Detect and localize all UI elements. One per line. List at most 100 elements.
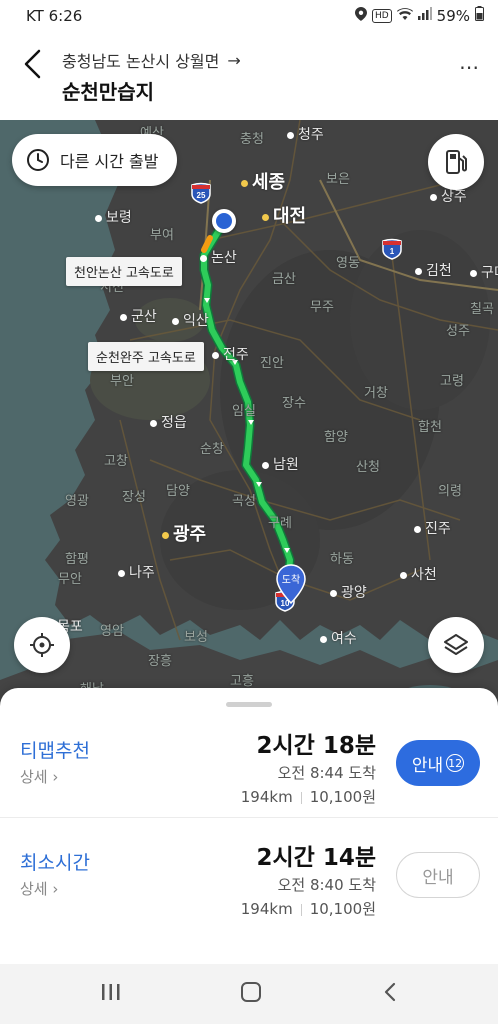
carrier-time: KT 6:26 (26, 7, 83, 25)
route-distance-toll: 194km 10,100원 (241, 898, 376, 919)
place-muan: 무안 (58, 572, 82, 587)
route-name: 최소시간 (20, 852, 90, 874)
route-detail-link[interactable]: 상세 › (20, 766, 58, 787)
place-jeonju: 전주 (212, 344, 249, 364)
battery-level: 59% (436, 6, 470, 25)
countdown-badge: 12 (446, 754, 465, 772)
svg-text:도착: 도착 (282, 574, 300, 586)
place-jangseong: 장성 (122, 490, 146, 505)
back-arrow-icon (24, 49, 41, 79)
hd-icon: HD (371, 8, 392, 23)
place-naju: 나주 (118, 562, 155, 582)
place-jeongeup: 정읍 (150, 412, 187, 432)
place-gwangju: 광주 (162, 520, 206, 546)
chevron-right-icon: › (52, 880, 59, 898)
sheet-drag-handle[interactable] (226, 702, 272, 707)
my-location-button[interactable] (14, 617, 70, 673)
place-jangheung: 장흥 (148, 654, 172, 669)
place-hadong: 하동 (330, 552, 354, 567)
route-toll: 10,100원 (309, 788, 376, 806)
location-icon (354, 6, 367, 25)
start-guidance-button[interactable]: 안내 (396, 852, 480, 898)
place-seongju: 성주 (446, 324, 470, 339)
place-gwangyang: 광양 (330, 582, 367, 602)
place-boryeong: 보령 (95, 207, 132, 227)
route-toll: 10,100원 (309, 900, 376, 918)
start-location-marker (212, 209, 236, 233)
place-imsil: 임실 (232, 404, 256, 419)
clock-icon (27, 149, 49, 171)
svg-text:1: 1 (390, 247, 395, 256)
highway-shield-1: 1 (381, 238, 403, 260)
place-jinan: 진안 (260, 356, 284, 371)
place-buyeo: 부여 (150, 228, 174, 243)
place-buan: 부안 (110, 374, 134, 389)
back-button[interactable] (14, 44, 50, 84)
route-duration: 2시간 18분 (256, 733, 377, 759)
more-options-button[interactable]: ⋯ (459, 57, 480, 77)
system-nav-bar (0, 964, 498, 1024)
place-gimcheon: 김천 (415, 260, 452, 280)
place-boseong: 보성 (184, 630, 208, 645)
place-gunsan: 군산 (120, 306, 157, 326)
place-jinju: 진주 (414, 518, 451, 538)
home-icon[interactable] (240, 982, 262, 1007)
highway-shield-25: 25 (190, 182, 212, 204)
place-gokseong: 곡성 (232, 494, 256, 509)
route-distance: 194km (240, 900, 293, 918)
place-damyang: 담양 (166, 484, 190, 499)
place-sunchang: 순창 (200, 442, 224, 457)
origin-text: 충청남도 논산시 상월면 (62, 52, 220, 71)
route-map[interactable]: 25 1 10 충청 청주 세종 보은 상주 예산 대전 보령 부여 논산 금산… (0, 120, 498, 720)
crosshair-icon (30, 633, 54, 657)
depart-time-button[interactable]: 다른 시간 출발 (12, 134, 177, 186)
depart-time-label: 다른 시간 출발 (60, 152, 159, 171)
road-label-suncheon-wanju: 순천완주 고속도로 (88, 342, 204, 371)
signal-icon (417, 7, 432, 24)
place-geumsan: 금산 (272, 272, 296, 287)
route-name: 티맵추천 (20, 740, 90, 762)
place-boeun: 보은 (326, 172, 350, 187)
recent-apps-icon[interactable] (100, 982, 122, 1007)
guidance-label: 안내 (422, 867, 454, 888)
place-hampyeong: 함평 (65, 552, 89, 567)
place-geochang: 거창 (364, 386, 388, 401)
route-option[interactable]: 티맵추천 상세 › 2시간 18분 오전 8:44 도착 194km 10,100… (0, 716, 498, 824)
place-daejeon: 대전 (262, 202, 306, 228)
destination-title[interactable]: 순천만습지 (62, 76, 154, 105)
battery-icon (475, 6, 484, 25)
route-arrival-time: 오전 8:44 도착 (277, 764, 376, 782)
back-nav-icon[interactable] (382, 982, 398, 1007)
divider (0, 817, 498, 818)
place-yeosu: 여수 (320, 628, 357, 648)
place-iksan: 익산 (172, 310, 209, 330)
road-label-cheonan-nonsan: 천안논산 고속도로 (66, 257, 182, 286)
start-guidance-button[interactable]: 안내 12 (396, 740, 480, 786)
route-distance: 194km (240, 788, 293, 806)
route-option[interactable]: 최소시간 상세 › 2시간 14분 오전 8:40 도착 194km 10,100… (0, 828, 498, 936)
place-gurye: 구례 (268, 516, 292, 531)
arrival-pin[interactable]: 도착 (276, 564, 306, 608)
status-icons: HD 59% (354, 6, 484, 25)
region-label: 충청 (240, 132, 264, 147)
route-arrival-time: 오전 8:40 도착 (277, 876, 376, 894)
layers-icon (444, 634, 468, 655)
arrow-right-icon: → (227, 50, 241, 70)
place-namwon: 남원 (262, 454, 299, 474)
route-detail-link[interactable]: 상세 › (20, 878, 58, 899)
origin-row[interactable]: 충청남도 논산시 상월면 → (62, 48, 241, 72)
place-goheung: 고흥 (230, 674, 254, 689)
route-distance-toll: 194km 10,100원 (241, 786, 376, 807)
place-sanchung: 산청 (356, 460, 380, 475)
place-jangsu: 장수 (282, 396, 306, 411)
place-hamyang: 함양 (324, 430, 348, 445)
route-header: 충청남도 논산시 상월면 → 순천만습지 ⋯ (0, 32, 498, 120)
place-nonsan: 논산 (200, 247, 237, 267)
gas-station-button[interactable] (428, 134, 484, 190)
place-yeonggwang: 영광 (65, 494, 89, 509)
route-duration: 2시간 14분 (256, 845, 377, 871)
place-muju: 무주 (310, 300, 334, 315)
map-layers-button[interactable] (428, 617, 484, 673)
place-sacheon: 사천 (400, 564, 437, 584)
place-yeongam: 영암 (100, 624, 124, 639)
